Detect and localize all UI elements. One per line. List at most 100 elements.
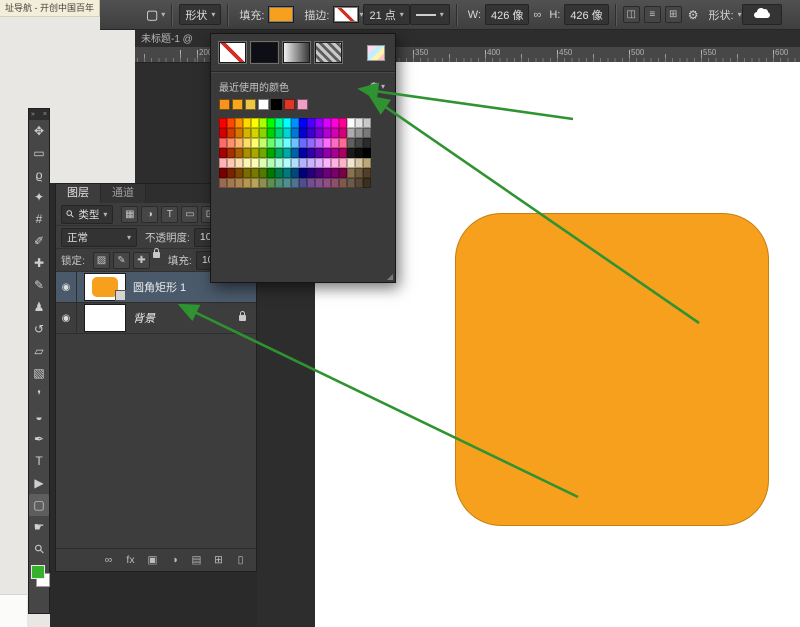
- color-swatch[interactable]: [259, 118, 267, 128]
- layer-thumbnail[interactable]: [84, 304, 126, 332]
- color-swatch[interactable]: [363, 138, 371, 148]
- layer-visibility-toggle[interactable]: ◉: [56, 272, 77, 302]
- lock-image-icon[interactable]: ✎: [113, 252, 130, 269]
- tab-channels[interactable]: 通道: [101, 184, 146, 203]
- rounded-rectangle-shape[interactable]: [455, 213, 769, 526]
- color-swatch[interactable]: [251, 168, 259, 178]
- color-swatch[interactable]: [307, 168, 315, 178]
- delete-layer-icon[interactable]: ▯: [235, 554, 246, 566]
- color-swatch[interactable]: [307, 158, 315, 168]
- link-layers-icon[interactable]: ∞: [103, 554, 114, 566]
- color-swatch[interactable]: [339, 118, 347, 128]
- color-swatch[interactable]: [283, 118, 291, 128]
- color-swatch[interactable]: [267, 168, 275, 178]
- color-swatch[interactable]: [267, 128, 275, 138]
- color-swatch[interactable]: [275, 168, 283, 178]
- color-swatch[interactable]: [227, 138, 235, 148]
- color-swatch[interactable]: [251, 118, 259, 128]
- fill-gradient-button[interactable]: [283, 42, 310, 63]
- color-swatch[interactable]: [363, 178, 371, 188]
- color-swatch[interactable]: [347, 118, 355, 128]
- color-swatch[interactable]: [235, 158, 243, 168]
- color-swatch[interactable]: [307, 128, 315, 138]
- color-swatch[interactable]: [331, 138, 339, 148]
- type-tool[interactable]: T: [29, 450, 49, 472]
- color-swatch[interactable]: [259, 138, 267, 148]
- color-swatch[interactable]: [267, 148, 275, 158]
- foreground-color-swatch[interactable]: [31, 565, 45, 579]
- fill-none-button[interactable]: [219, 42, 246, 63]
- color-swatch[interactable]: [347, 138, 355, 148]
- fill-solid-button[interactable]: [251, 42, 278, 63]
- color-swatch[interactable]: [299, 168, 307, 178]
- height-input[interactable]: 426 像: [564, 4, 608, 25]
- recent-color-swatch[interactable]: [232, 99, 243, 110]
- color-swatch[interactable]: [251, 138, 259, 148]
- color-swatch[interactable]: [227, 118, 235, 128]
- path-selection-tool[interactable]: ▶: [29, 472, 49, 494]
- new-layer-icon[interactable]: ⊞: [213, 554, 224, 566]
- color-swatch[interactable]: [243, 128, 251, 138]
- color-swatch[interactable]: [323, 138, 331, 148]
- color-swatch[interactable]: [227, 178, 235, 188]
- color-swatch[interactable]: [219, 178, 227, 188]
- color-swatch[interactable]: [243, 158, 251, 168]
- color-swatch[interactable]: [347, 168, 355, 178]
- color-swatch[interactable]: [323, 168, 331, 178]
- layer-visibility-toggle[interactable]: ◉: [56, 303, 77, 333]
- color-swatch[interactable]: [227, 168, 235, 178]
- crop-tool[interactable]: #: [29, 208, 49, 230]
- color-swatch[interactable]: [347, 178, 355, 188]
- eraser-tool[interactable]: ▱: [29, 340, 49, 362]
- color-swatch[interactable]: [275, 128, 283, 138]
- filter-adjustment-icon[interactable]: ◑: [141, 206, 158, 223]
- color-swatch[interactable]: [275, 178, 283, 188]
- color-swatch[interactable]: [291, 158, 299, 168]
- color-swatch[interactable]: [355, 168, 363, 178]
- brush-tool[interactable]: ✎: [29, 274, 49, 296]
- color-swatch[interactable]: [355, 158, 363, 168]
- color-swatch[interactable]: [243, 138, 251, 148]
- color-swatch[interactable]: [283, 138, 291, 148]
- recent-color-swatch[interactable]: [297, 99, 308, 110]
- lock-all-icon[interactable]: [153, 252, 160, 258]
- color-swatch[interactable]: [275, 138, 283, 148]
- adjustment-layer-icon[interactable]: ◑: [169, 554, 180, 566]
- color-swatch[interactable]: [219, 138, 227, 148]
- filter-shape-icon[interactable]: ▭: [181, 206, 198, 223]
- recent-color-swatch[interactable]: [271, 99, 282, 110]
- stroke-width-input[interactable]: 21 点 ▾: [363, 4, 409, 25]
- color-swatch[interactable]: [283, 178, 291, 188]
- lasso-tool[interactable]: ϱ: [29, 164, 49, 186]
- dodge-tool[interactable]: ◒: [29, 406, 49, 428]
- color-swatch[interactable]: [283, 148, 291, 158]
- color-swatch[interactable]: [299, 148, 307, 158]
- lock-position-icon[interactable]: ✚: [133, 252, 150, 269]
- color-swatch[interactable]: [315, 178, 323, 188]
- color-swatch[interactable]: [251, 158, 259, 168]
- color-swatch[interactable]: [219, 168, 227, 178]
- color-swatch[interactable]: [299, 128, 307, 138]
- color-swatch[interactable]: [307, 148, 315, 158]
- color-swatch[interactable]: [315, 138, 323, 148]
- color-swatch[interactable]: [339, 148, 347, 158]
- color-swatch[interactable]: [235, 118, 243, 128]
- color-swatch[interactable]: [363, 148, 371, 158]
- color-swatch[interactable]: [275, 148, 283, 158]
- color-swatch[interactable]: [355, 138, 363, 148]
- recent-color-swatch[interactable]: [219, 99, 230, 110]
- color-swatch[interactable]: [283, 128, 291, 138]
- marquee-tool[interactable]: ▭: [29, 142, 49, 164]
- layer-style-icon[interactable]: fx: [125, 554, 136, 566]
- color-swatch[interactable]: [267, 118, 275, 128]
- color-swatch[interactable]: [243, 168, 251, 178]
- collapse-panel-icon[interactable]: »: [31, 111, 35, 118]
- color-swatch[interactable]: [315, 118, 323, 128]
- color-swatch[interactable]: [259, 158, 267, 168]
- layer-thumbnail[interactable]: [84, 273, 126, 301]
- layer-filter-select[interactable]: ⚲ 类型 ▾: [61, 205, 113, 224]
- color-swatch[interactable]: [235, 168, 243, 178]
- link-dimensions-icon[interactable]: ∞: [533, 9, 541, 21]
- color-swatch[interactable]: [323, 128, 331, 138]
- color-swatch[interactable]: [323, 158, 331, 168]
